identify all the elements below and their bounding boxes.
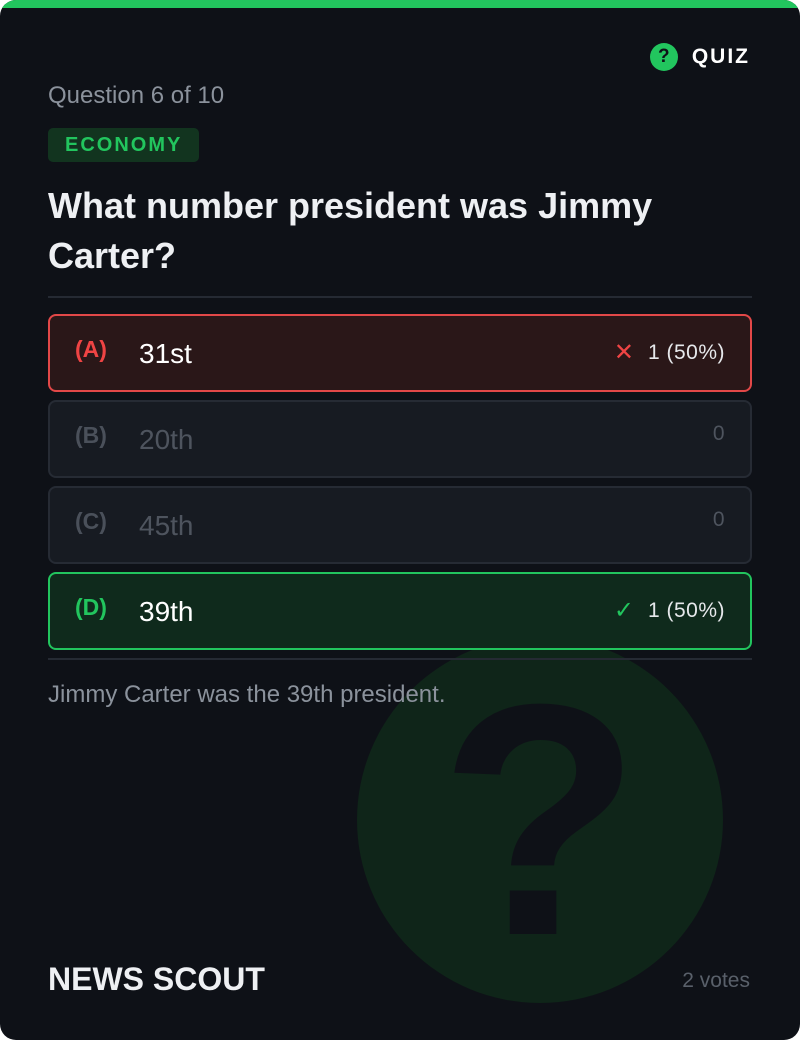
divider-bottom: [48, 658, 752, 660]
option-letter: (C): [75, 508, 107, 534]
vote-count: 0: [712, 508, 725, 531]
option-letter: (A): [75, 336, 107, 362]
quiz-card: ? ? QUIZ Question 6 of 10 ECONOMY What n…: [0, 0, 800, 1040]
answer-explanation: Jimmy Carter was the 39th president.: [48, 681, 446, 708]
option-letter: (B): [75, 422, 107, 448]
question-circle-icon: ?: [649, 43, 678, 71]
option-text: 31st: [139, 338, 192, 369]
accent-bar: [0, 0, 800, 8]
watermark-glyph: ?: [439, 637, 641, 1003]
vote-count: 1 (50%): [647, 598, 725, 622]
total-votes: 2 votes: [682, 969, 750, 992]
category-badge: ECONOMY: [48, 128, 200, 162]
option-c[interactable]: (C) 45th 0: [48, 486, 752, 564]
question-counter: Question 6 of 10: [48, 82, 225, 109]
quiz-tag: ? QUIZ: [649, 43, 750, 71]
option-result: 0: [713, 508, 725, 532]
option-text: 39th: [139, 596, 194, 627]
option-result: ✓ 1 (50%): [614, 596, 725, 625]
question-text: What number president was Jimmy Carter?: [48, 185, 653, 276]
cross-icon: ✕: [613, 339, 634, 366]
quiz-label: QUIZ: [691, 45, 750, 68]
vote-count: 0: [712, 422, 725, 445]
vote-count: 1 (50%): [647, 340, 725, 364]
option-result: ✕ 1 (50%): [614, 338, 725, 367]
option-a[interactable]: (A) 31st ✕ 1 (50%): [48, 314, 752, 392]
option-text: 45th: [139, 510, 194, 541]
option-b[interactable]: (B) 20th 0: [48, 400, 752, 478]
brand-name: NEWS SCOUT: [48, 961, 265, 997]
option-text: 20th: [139, 424, 194, 455]
option-d[interactable]: (D) 39th ✓ 1 (50%): [48, 572, 752, 650]
option-letter: (D): [75, 594, 107, 620]
option-result: 0: [713, 422, 725, 446]
divider-top: [48, 296, 752, 298]
check-icon: ✓: [613, 597, 634, 624]
category-label: ECONOMY: [65, 133, 183, 156]
